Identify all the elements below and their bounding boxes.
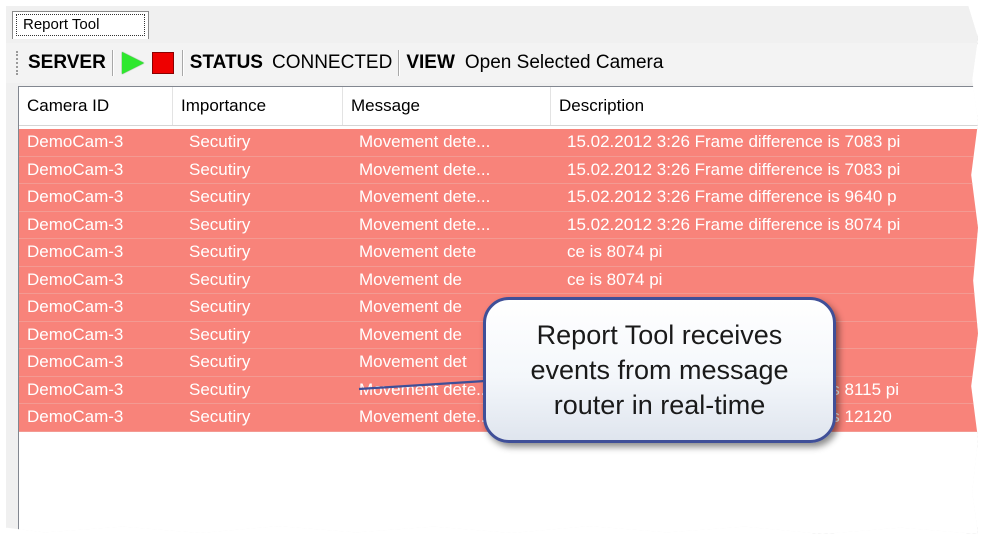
cell-camera-id: DemoCam-3	[27, 242, 124, 261]
cell-description: ce is 8074 pi	[567, 269, 663, 289]
callout-line-2: events from message	[530, 354, 789, 385]
cell-description: 15.02.2012 3:26 Frame difference is 8074…	[567, 214, 901, 234]
cell-description: 15.02.2012 3:26 Frame difference is 9640…	[567, 187, 897, 206]
cell-message: Movement dete...	[359, 132, 491, 151]
server-label: SERVER	[28, 52, 106, 73]
cell-description: ce is 8074 pi	[567, 242, 663, 261]
cell-camera-id: DemoCam-3	[27, 352, 124, 371]
column-header-camera-id[interactable]: Camera ID	[19, 87, 173, 125]
stop-icon[interactable]	[151, 52, 174, 74]
cell-camera-id: DemoCam-3	[27, 132, 124, 151]
cell-camera-id: DemoCam-3	[27, 214, 124, 234]
table-row[interactable]: DemoCam-3 Secutiry Movement de ce is 8074 p…	[19, 266, 978, 294]
cell-message: Movement dete	[359, 242, 477, 261]
report-tool-window: Report Tool SERVER STATUS CONNECTED VIEW…	[6, 6, 978, 534]
tab-label: Report Tool	[16, 14, 145, 36]
cell-camera-id: DemoCam-3	[27, 187, 124, 206]
view-label: VIEW	[406, 52, 455, 73]
cell-importance: Secutiry	[189, 242, 251, 261]
cell-importance: Secutiry	[189, 297, 251, 316]
toolbar-separator	[181, 50, 184, 76]
cell-camera-id: DemoCam-3	[27, 159, 124, 179]
toolbar-grip[interactable]	[16, 51, 24, 75]
cell-message: Movement dete...	[359, 187, 491, 206]
cell-message: Movement dete...	[359, 159, 491, 179]
cell-camera-id: DemoCam-3	[27, 407, 124, 426]
cell-importance: Secutiry	[189, 407, 251, 426]
cell-importance: Secutiry	[189, 132, 251, 151]
toolbar: SERVER STATUS CONNECTED VIEW Open Select…	[6, 43, 978, 83]
cell-importance: Secutiry	[189, 269, 251, 289]
column-header-message[interactable]: Message	[343, 87, 551, 125]
table-row[interactable]: DemoCam-3 Secutiry Movement dete... 15.02.2…	[19, 156, 978, 184]
cell-message: Movement de	[359, 269, 462, 289]
callout-line-3: router in real-time	[553, 389, 766, 420]
callout-bubble: Report Tool receives events from message…	[483, 297, 836, 443]
cell-description: 15.02.2012 3:26 Frame difference is 7083…	[567, 132, 901, 151]
cell-importance: Secutiry	[189, 324, 251, 344]
cell-camera-id: DemoCam-3	[27, 379, 124, 399]
cell-description: 15.02.2012 3:26 Frame difference is 7083…	[567, 159, 901, 179]
toolbar-separator	[398, 50, 401, 76]
cell-importance: Secutiry	[189, 187, 251, 206]
cell-camera-id: DemoCam-3	[27, 324, 124, 344]
cell-camera-id: DemoCam-3	[27, 297, 124, 316]
table-row[interactable]: DemoCam-3 Secutiry Movement dete... 15.02.2…	[19, 129, 978, 157]
table-row[interactable]: DemoCam-3 Secutiry Movement dete... 15.02.2…	[19, 211, 978, 239]
cell-importance: Secutiry	[189, 159, 251, 179]
column-header-description[interactable]: Description	[551, 87, 978, 125]
column-header-importance[interactable]: Importance	[173, 87, 343, 125]
tab-report-tool[interactable]: Report Tool	[12, 11, 149, 39]
status-label: STATUS	[189, 52, 263, 73]
play-icon[interactable]	[121, 52, 144, 74]
open-selected-camera-button[interactable]: Open Selected Camera	[465, 52, 664, 74]
cell-camera-id: DemoCam-3	[27, 269, 124, 289]
table-row[interactable]: DemoCam-3 Secutiry Movement dete ce is 8074…	[19, 239, 978, 267]
toolbar-separator	[111, 50, 114, 76]
status-value: CONNECTED	[271, 52, 393, 73]
table-row[interactable]: DemoCam-3 Secutiry Movement dete... 15.02.2…	[19, 184, 978, 212]
tab-strip: Report Tool	[6, 6, 978, 44]
callout-line-1: Report Tool receives	[536, 319, 783, 350]
cell-importance: Secutiry	[189, 352, 251, 371]
grid-header: Camera ID Importance Message Description	[19, 87, 978, 126]
callout-pointer	[358, 379, 486, 391]
cell-importance: Secutiry	[189, 214, 251, 234]
cell-message: Movement dete...	[359, 214, 491, 234]
cell-importance: Secutiry	[189, 379, 251, 399]
